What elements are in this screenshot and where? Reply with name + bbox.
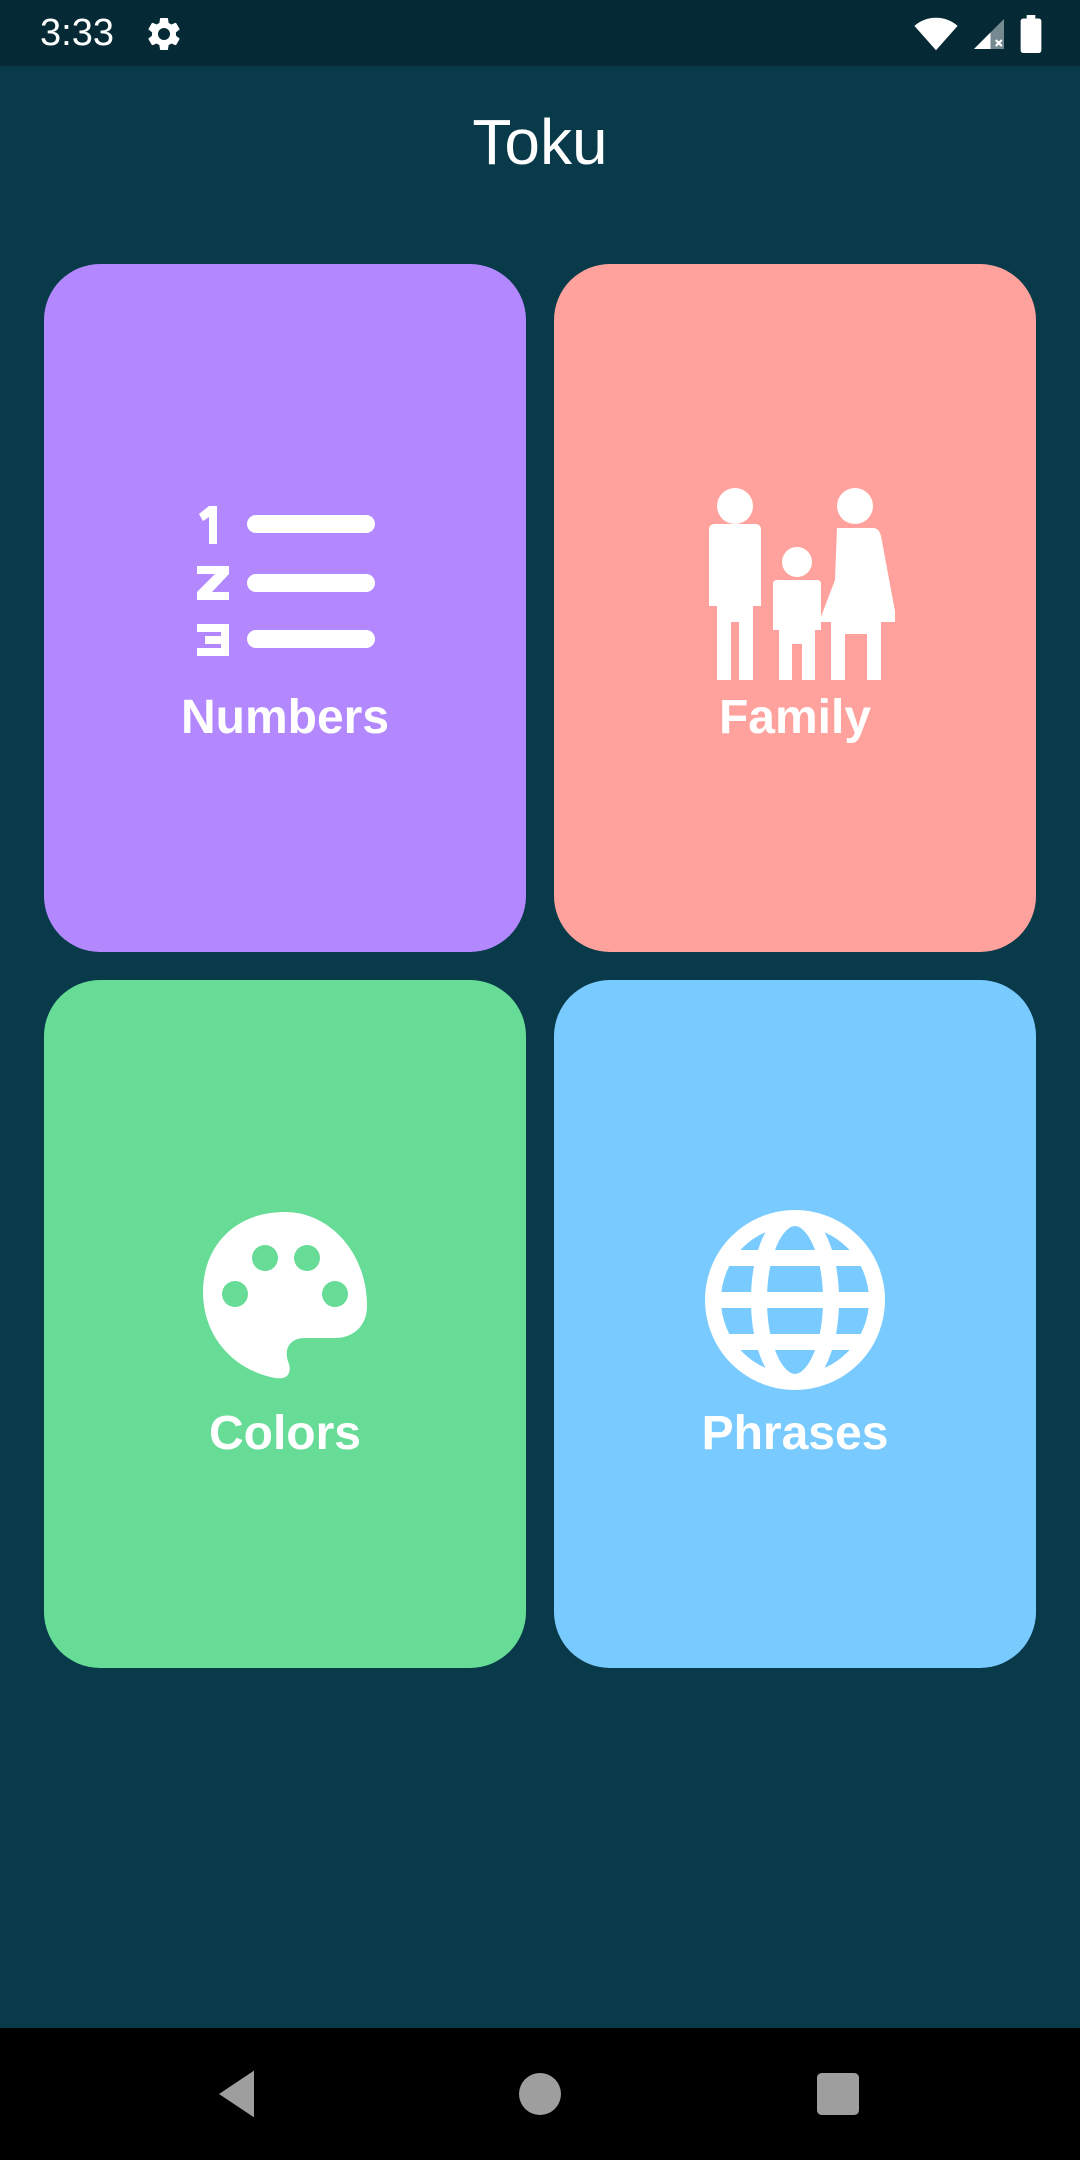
numbered-list-icon (197, 506, 375, 656)
palette-icon (203, 1212, 367, 1379)
colors-card[interactable]: Colors (44, 980, 526, 1668)
status-time: 3:33 (40, 12, 114, 54)
navigation-bar (0, 2028, 1080, 2160)
colors-label: Colors (208, 1407, 361, 1460)
status-bar: 3:33 (0, 0, 1080, 66)
family-icon (709, 488, 895, 680)
numbers-card[interactable]: Numbers (44, 264, 526, 952)
home-icon[interactable] (512, 2066, 568, 2122)
globe-icon (705, 1210, 885, 1390)
signal-icon (974, 19, 1004, 49)
app-title: Toku (472, 106, 608, 178)
family-label: Family (718, 691, 872, 744)
wifi-icon (914, 17, 958, 51)
recents-icon[interactable] (810, 2066, 866, 2122)
battery-icon (1020, 15, 1042, 53)
phrases-label: Phrases (701, 1407, 889, 1460)
gear-icon (148, 17, 180, 50)
back-icon[interactable] (212, 2066, 268, 2122)
family-card[interactable]: Family (554, 264, 1036, 952)
phrases-card[interactable]: Phrases (554, 980, 1036, 1668)
numbers-label: Numbers (180, 691, 390, 744)
status-icons (914, 14, 1042, 54)
